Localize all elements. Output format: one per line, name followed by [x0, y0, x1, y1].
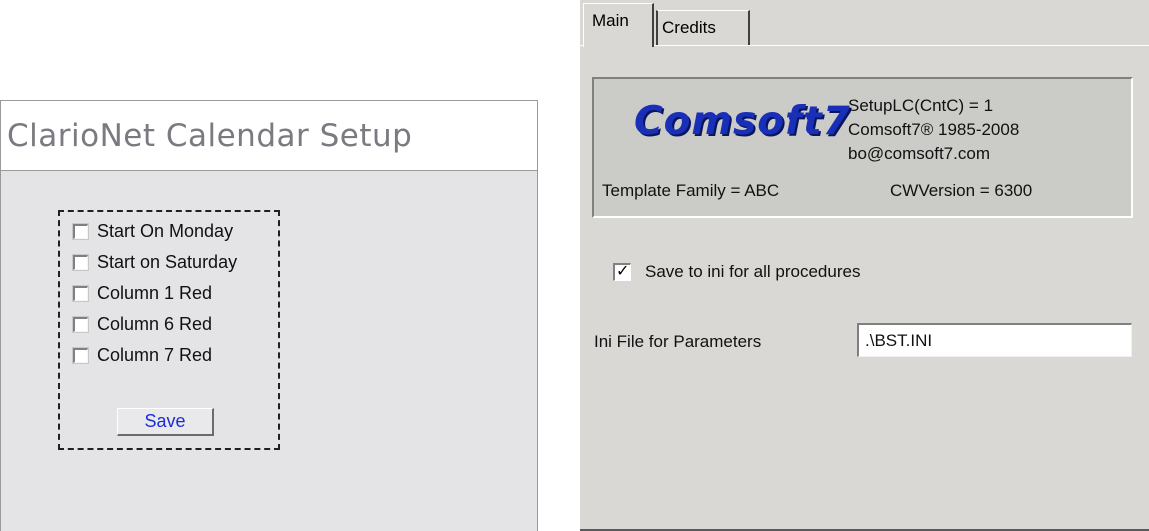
panel-title: ClarioNet Calendar Setup: [7, 117, 413, 154]
option-start-on-saturday[interactable]: Start on Saturday: [72, 249, 238, 275]
about-box: Comsoft7 SetupLC(CntC) = 1 Comsoft7® 198…: [592, 77, 1133, 218]
checkbox[interactable]: [72, 253, 89, 271]
tab-credits[interactable]: Credits: [656, 10, 750, 45]
tab-divider: [580, 45, 1149, 46]
checkmark-icon: ✓: [616, 261, 630, 280]
save-to-ini-label: Save to ini for all procedures: [645, 262, 861, 281]
template-setup-panel: Main Credits Comsoft7 SetupLC(CntC) = 1 …: [580, 0, 1149, 531]
option-label: Column 1 Red: [97, 282, 213, 303]
save-button[interactable]: Save: [117, 408, 214, 436]
option-label: Column 7 Red: [97, 344, 213, 365]
save-to-ini-option[interactable]: ✓ Save to ini for all procedures: [613, 262, 860, 282]
option-label: Start On Monday: [97, 220, 234, 241]
option-start-on-monday[interactable]: Start On Monday: [72, 218, 234, 244]
save-to-ini-checkbox[interactable]: ✓: [613, 261, 631, 281]
ini-file-field[interactable]: [857, 323, 1132, 357]
setup-count-text: SetupLC(CntC) = 1: [848, 96, 994, 115]
ini-file-label: Ini File for Parameters: [594, 332, 762, 351]
about-lines: SetupLC(CntC) = 1 Comsoft7® 1985-2008 bo…: [848, 94, 1019, 166]
cw-version-text: CWVersion = 6300: [890, 181, 1033, 200]
checkbox[interactable]: [72, 284, 89, 302]
tab-main[interactable]: Main: [583, 3, 654, 47]
copyright-text: Comsoft7® 1985-2008: [848, 120, 1020, 139]
tab-strip: Main Credits: [580, 0, 1149, 47]
option-label: Start on Saturday: [97, 251, 238, 272]
option-column-6-red[interactable]: Column 6 Red: [72, 311, 213, 337]
comsoft7-logo: Comsoft7: [634, 99, 851, 144]
option-column-1-red[interactable]: Column 1 Red: [72, 280, 213, 306]
option-column-7-red[interactable]: Column 7 Red: [72, 342, 213, 368]
email-text: bo@comsoft7.com: [848, 144, 990, 163]
checkbox[interactable]: [72, 315, 89, 333]
template-family-text: Template Family = ABC: [602, 181, 780, 200]
option-label: Column 6 Red: [97, 313, 213, 334]
checkbox[interactable]: [72, 346, 89, 364]
checkbox[interactable]: [72, 222, 89, 240]
calendar-setup-panel: ClarioNet Calendar Setup Start On Monday…: [0, 100, 538, 531]
panel-header: ClarioNet Calendar Setup: [1, 101, 537, 171]
options-group: Start On Monday Start on Saturday Column…: [58, 210, 280, 450]
